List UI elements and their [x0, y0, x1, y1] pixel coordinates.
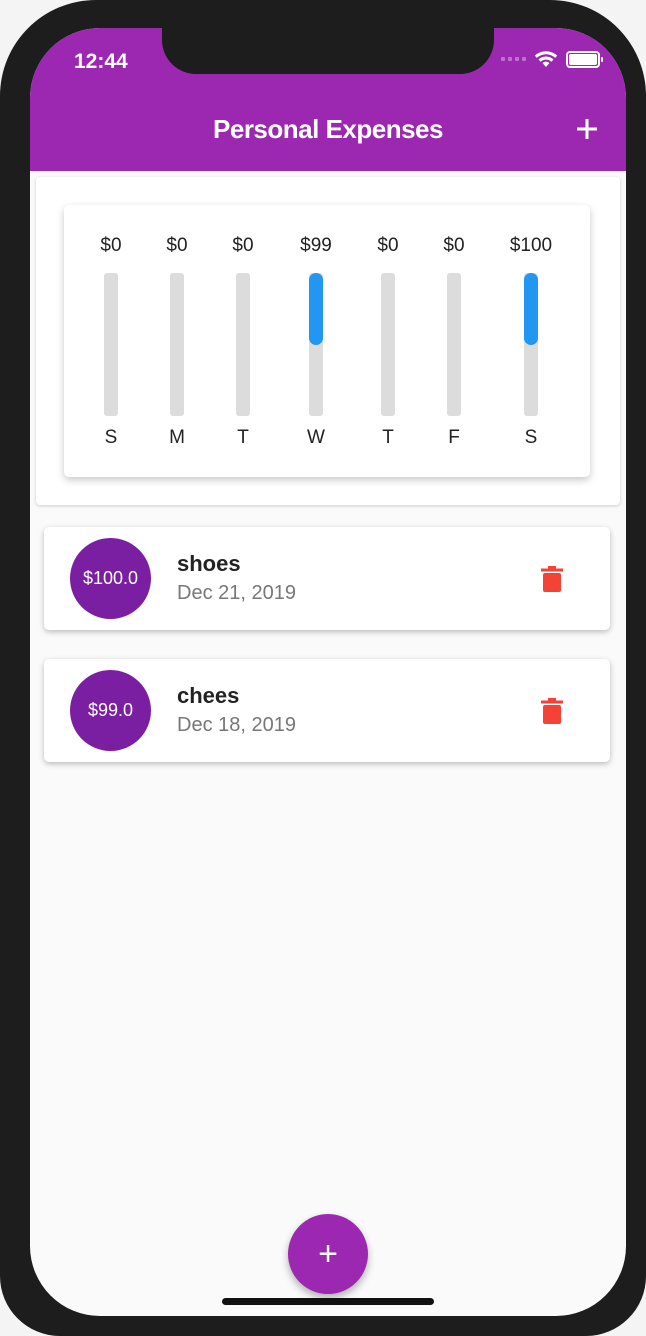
chart-bar-fill [524, 273, 538, 345]
chart-bar-column: $0 S [76, 205, 146, 477]
amount-avatar: $99.0 [70, 670, 151, 751]
chart-bar-track [104, 273, 118, 416]
chart-bar-column: $99 W [281, 205, 351, 477]
plus-icon[interactable] [570, 112, 604, 146]
chart-bar-column: $0 F [419, 205, 489, 477]
chart-bar-track [170, 273, 184, 416]
chart-bar-amount: $100 [509, 235, 553, 256]
chart-bar-amount: $0 [166, 235, 188, 256]
status-time: 12:44 [74, 50, 128, 73]
app-screen: 12:44 Personal Expenses $0 S $0 M $0 T $… [30, 28, 626, 1316]
plus-icon: + [318, 1235, 338, 1273]
transaction-date: Dec 18, 2019 [177, 714, 296, 736]
chart-bar-track [381, 273, 395, 416]
trash-icon[interactable] [540, 697, 564, 725]
chart-bar-column: $0 M [142, 205, 212, 477]
phone-frame: 12:44 Personal Expenses $0 S $0 M $0 T $… [0, 0, 646, 1336]
chart-day-label: S [524, 427, 538, 448]
chart-bar-track [447, 273, 461, 416]
amount-avatar: $100.0 [70, 538, 151, 619]
chart-bar-fill [309, 273, 323, 345]
status-icons [501, 50, 603, 68]
chart-bar-column: $100 S [496, 205, 566, 477]
chart-day-label: S [104, 427, 118, 448]
transaction-title: chees [177, 683, 240, 708]
weekly-chart: $0 S $0 M $0 T $99 W $0 T $0 F $100 S [64, 205, 590, 477]
chart-day-label: W [307, 427, 325, 448]
chart-day-label: F [448, 427, 460, 448]
chart-bar-track [236, 273, 250, 416]
chart-bar-column: $0 T [353, 205, 423, 477]
transaction-card: $99.0 chees Dec 18, 2019 [44, 659, 610, 762]
chart-bar-amount: $0 [443, 235, 465, 256]
chart-bar-amount: $0 [377, 235, 399, 256]
cellular-signal-icon [501, 57, 526, 61]
wifi-icon [534, 51, 558, 67]
chart-day-label: M [169, 427, 185, 448]
chart-bar-amount: $0 [232, 235, 254, 256]
battery-icon [566, 50, 603, 68]
chart-day-label: T [237, 427, 249, 448]
chart-bar-amount: $99 [300, 235, 332, 256]
page-title: Personal Expenses [213, 114, 443, 144]
transaction-card: $100.0 shoes Dec 21, 2019 [44, 527, 610, 630]
trash-icon[interactable] [540, 565, 564, 593]
chart-bar-track [309, 273, 323, 416]
chart-bar-track [524, 273, 538, 416]
chart-day-label: T [382, 427, 394, 448]
transaction-title: shoes [177, 551, 241, 576]
home-indicator [222, 1298, 434, 1305]
chart-bar-column: $0 T [208, 205, 278, 477]
transaction-date: Dec 21, 2019 [177, 582, 296, 604]
add-transaction-button[interactable]: + [288, 1214, 368, 1294]
device-notch [162, 28, 494, 74]
chart-bar-amount: $0 [100, 235, 122, 256]
